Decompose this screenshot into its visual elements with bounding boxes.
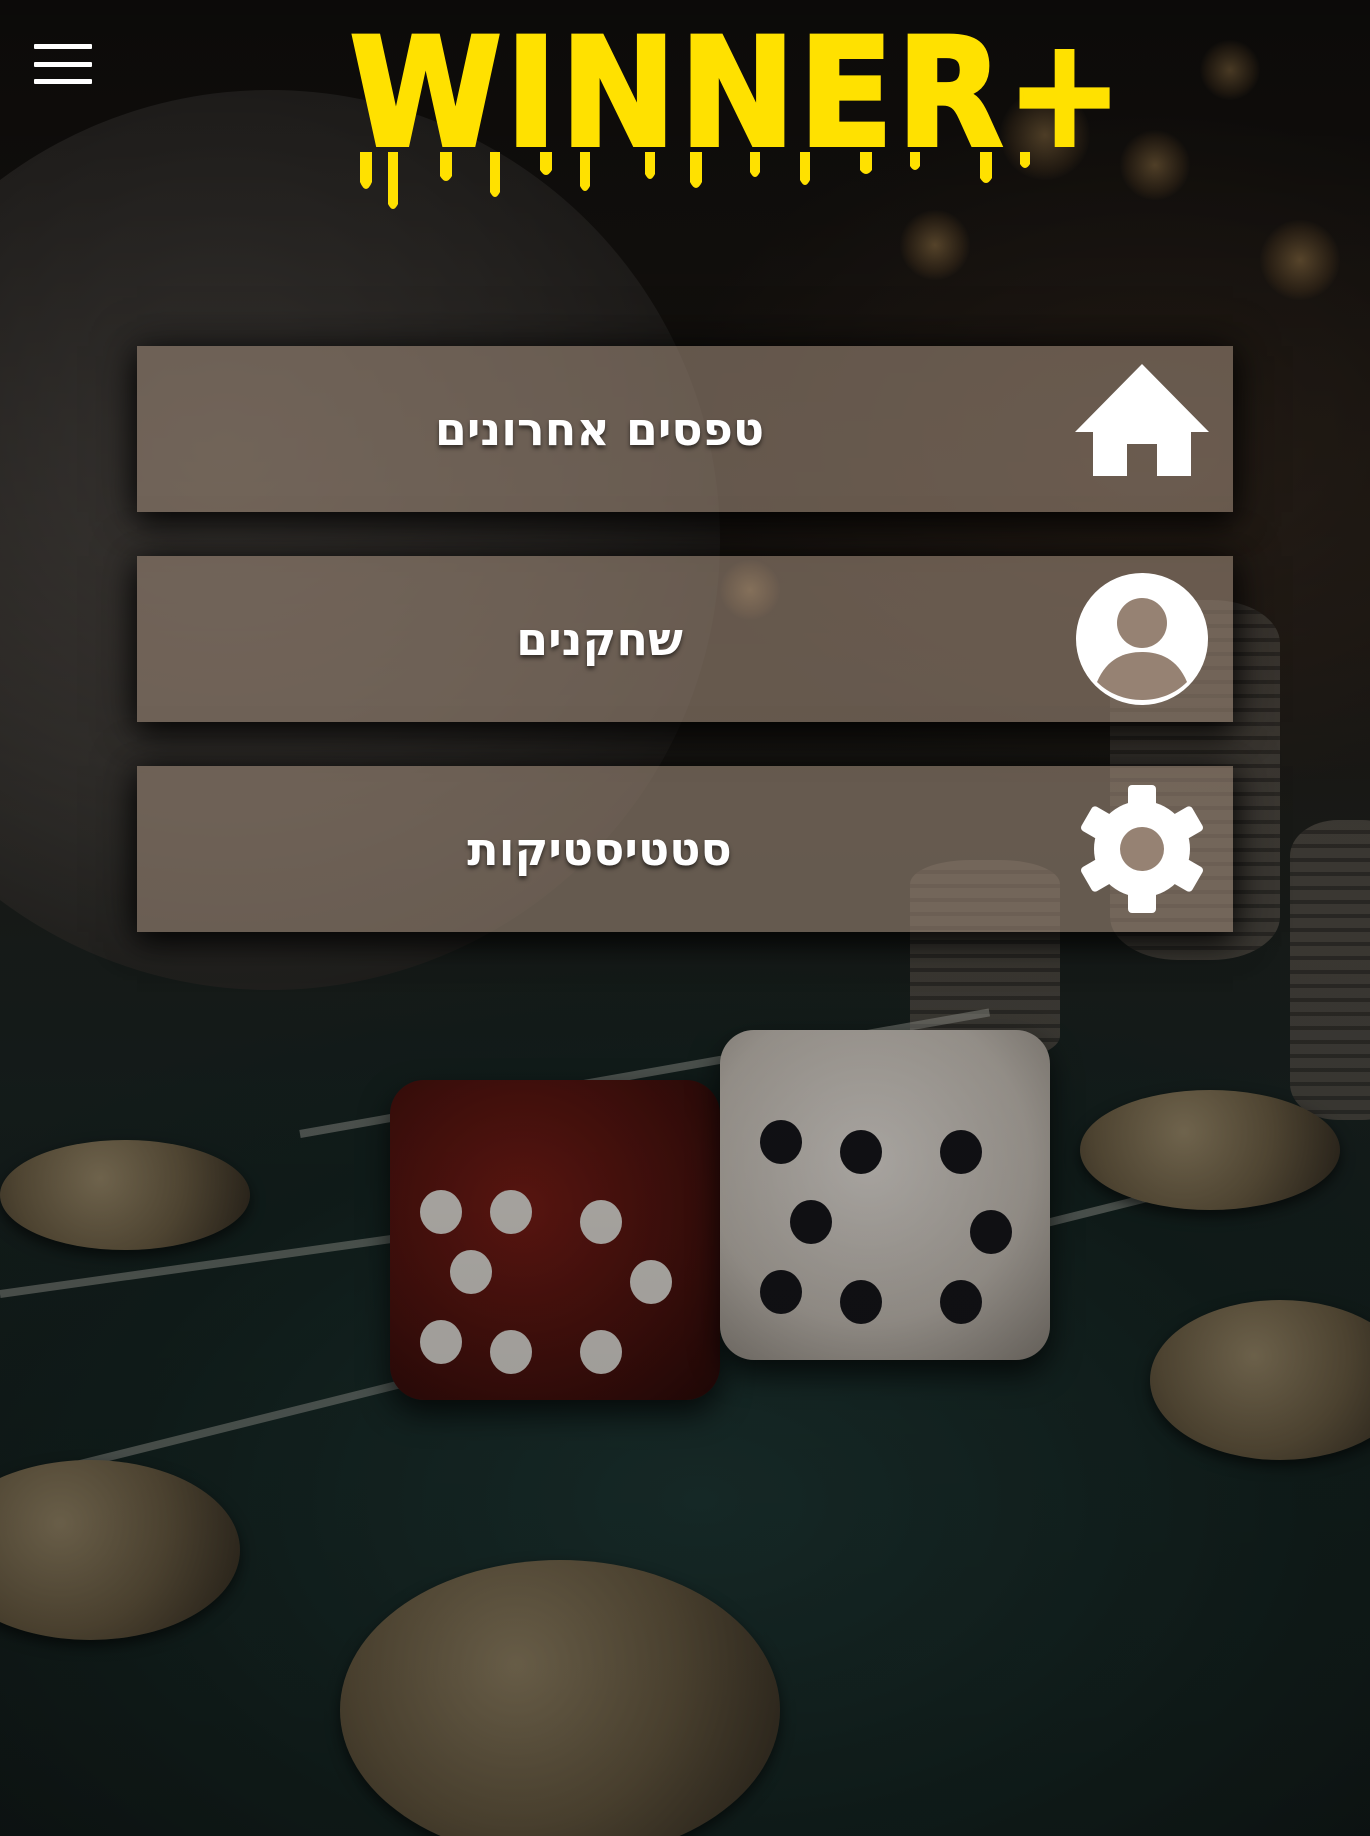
gear-icon — [1073, 780, 1211, 918]
logo-drips — [360, 152, 1030, 209]
menu-item-label: סטטיסטיקות — [467, 822, 732, 876]
user-icon — [1073, 570, 1211, 708]
menu-item-label: טפסים אחרונים — [434, 402, 765, 456]
hamburger-menu-icon[interactable] — [34, 44, 92, 84]
app-logo: WINNER+ — [320, 7, 1127, 209]
main-menu: טפסים אחרונים שחקנים סטטיסטיקות — [137, 346, 1233, 976]
menu-item-players[interactable]: שחקנים — [137, 556, 1233, 722]
menu-item-label: שחקנים — [516, 612, 683, 666]
menu-item-statistics[interactable]: סטטיסטיקות — [137, 766, 1233, 932]
home-icon — [1073, 360, 1211, 498]
menu-item-recent-forms[interactable]: טפסים אחרונים — [137, 346, 1233, 512]
logo-text: WINNER+ — [348, 7, 1127, 181]
